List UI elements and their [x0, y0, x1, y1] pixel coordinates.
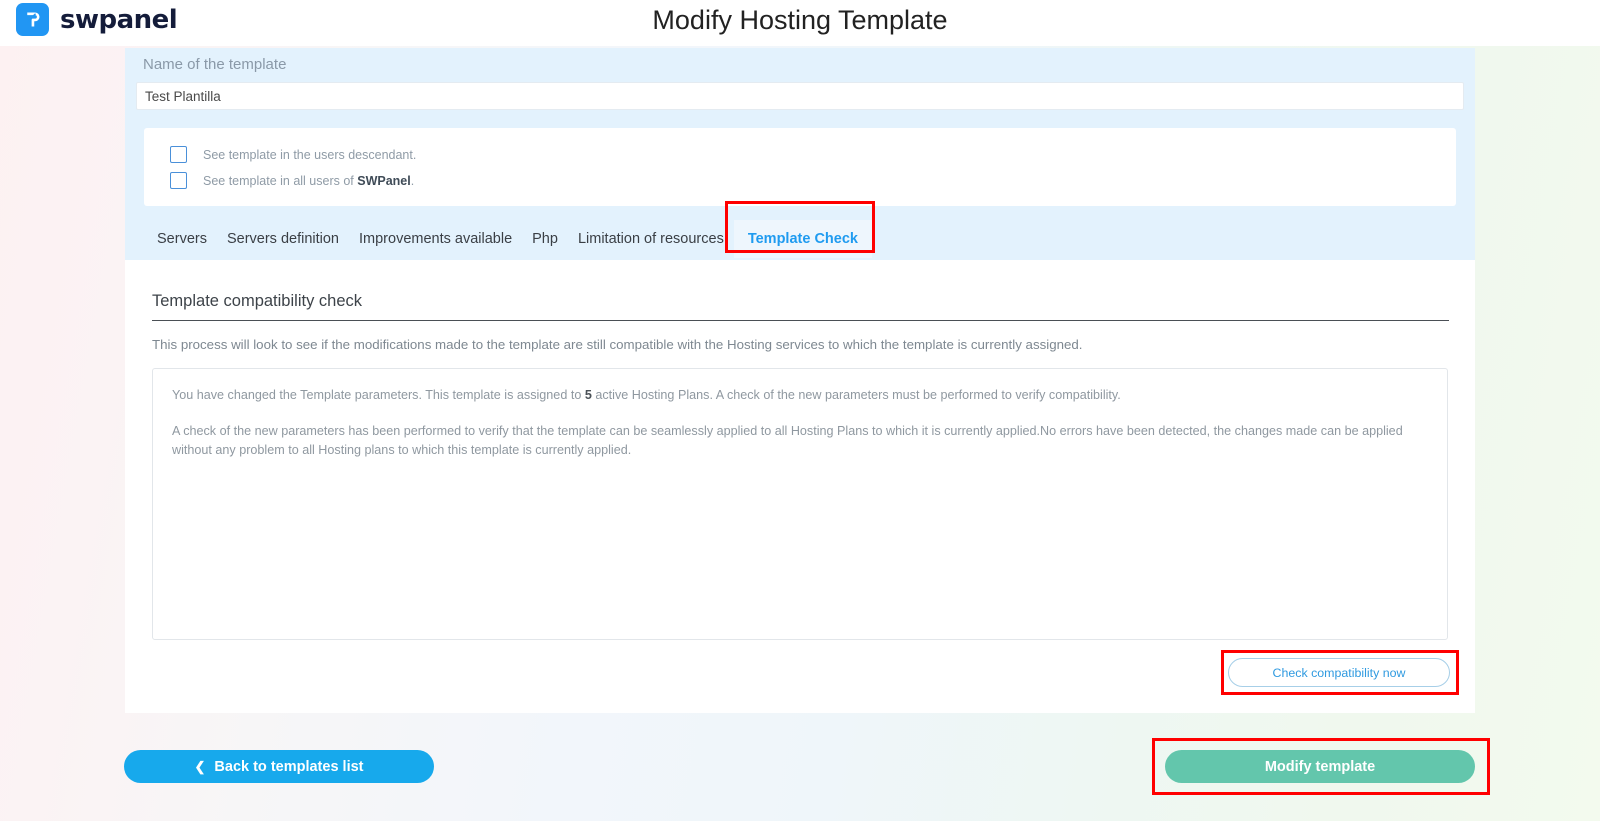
checkbox-row-all-users[interactable]: See template in all users of SWPanel.: [170, 172, 414, 189]
back-button-label: Back to templates list: [214, 759, 363, 775]
check-compatibility-button[interactable]: Check compatibility now: [1228, 658, 1450, 687]
tab-servers-definition[interactable]: Servers definition: [217, 220, 349, 258]
template-name-input[interactable]: [136, 82, 1464, 110]
checkbox-label-all-users: See template in all users of SWPanel.: [203, 174, 414, 188]
tab-limitation-of-resources[interactable]: Limitation of resources: [568, 220, 734, 258]
template-check-panel: Template compatibility check This proces…: [125, 260, 1475, 713]
intro-text: This process will look to see if the mod…: [152, 337, 1452, 352]
top-bar: swpanel Modify Hosting Template: [0, 0, 1600, 46]
visibility-options-card: See template in the users descendant. Se…: [144, 128, 1456, 206]
tab-template-check[interactable]: Template Check: [734, 220, 872, 258]
chevron-left-icon: ❮: [195, 760, 206, 773]
template-form-card: Name of the template See template in the…: [125, 48, 1475, 260]
back-to-templates-list-button[interactable]: ❮ Back to templates list: [124, 750, 434, 783]
tab-bar: Servers Servers definition Improvements …: [147, 216, 872, 258]
compatibility-result-box: You have changed the Template parameters…: [152, 368, 1448, 640]
checkbox-row-users-descendant[interactable]: See template in the users descendant.: [170, 146, 416, 163]
tab-php[interactable]: Php: [522, 220, 568, 258]
checkbox-users-descendant[interactable]: [170, 146, 187, 163]
template-name-label: Name of the template: [143, 56, 286, 73]
page-title: Modify Hosting Template: [0, 5, 1600, 36]
tab-template-check-wrapper: Template Check: [734, 220, 872, 258]
result-paragraph-2: A check of the new parameters has been p…: [172, 422, 1430, 459]
result-paragraph-1: You have changed the Template parameters…: [172, 386, 1430, 405]
section-title: Template compatibility check: [152, 292, 1449, 321]
tab-improvements-available[interactable]: Improvements available: [349, 220, 522, 258]
modify-template-button[interactable]: Modify template: [1165, 750, 1475, 783]
checkbox-all-users[interactable]: [170, 172, 187, 189]
tab-servers[interactable]: Servers: [147, 220, 217, 258]
checkbox-label-users-descendant: See template in the users descendant.: [203, 148, 416, 162]
